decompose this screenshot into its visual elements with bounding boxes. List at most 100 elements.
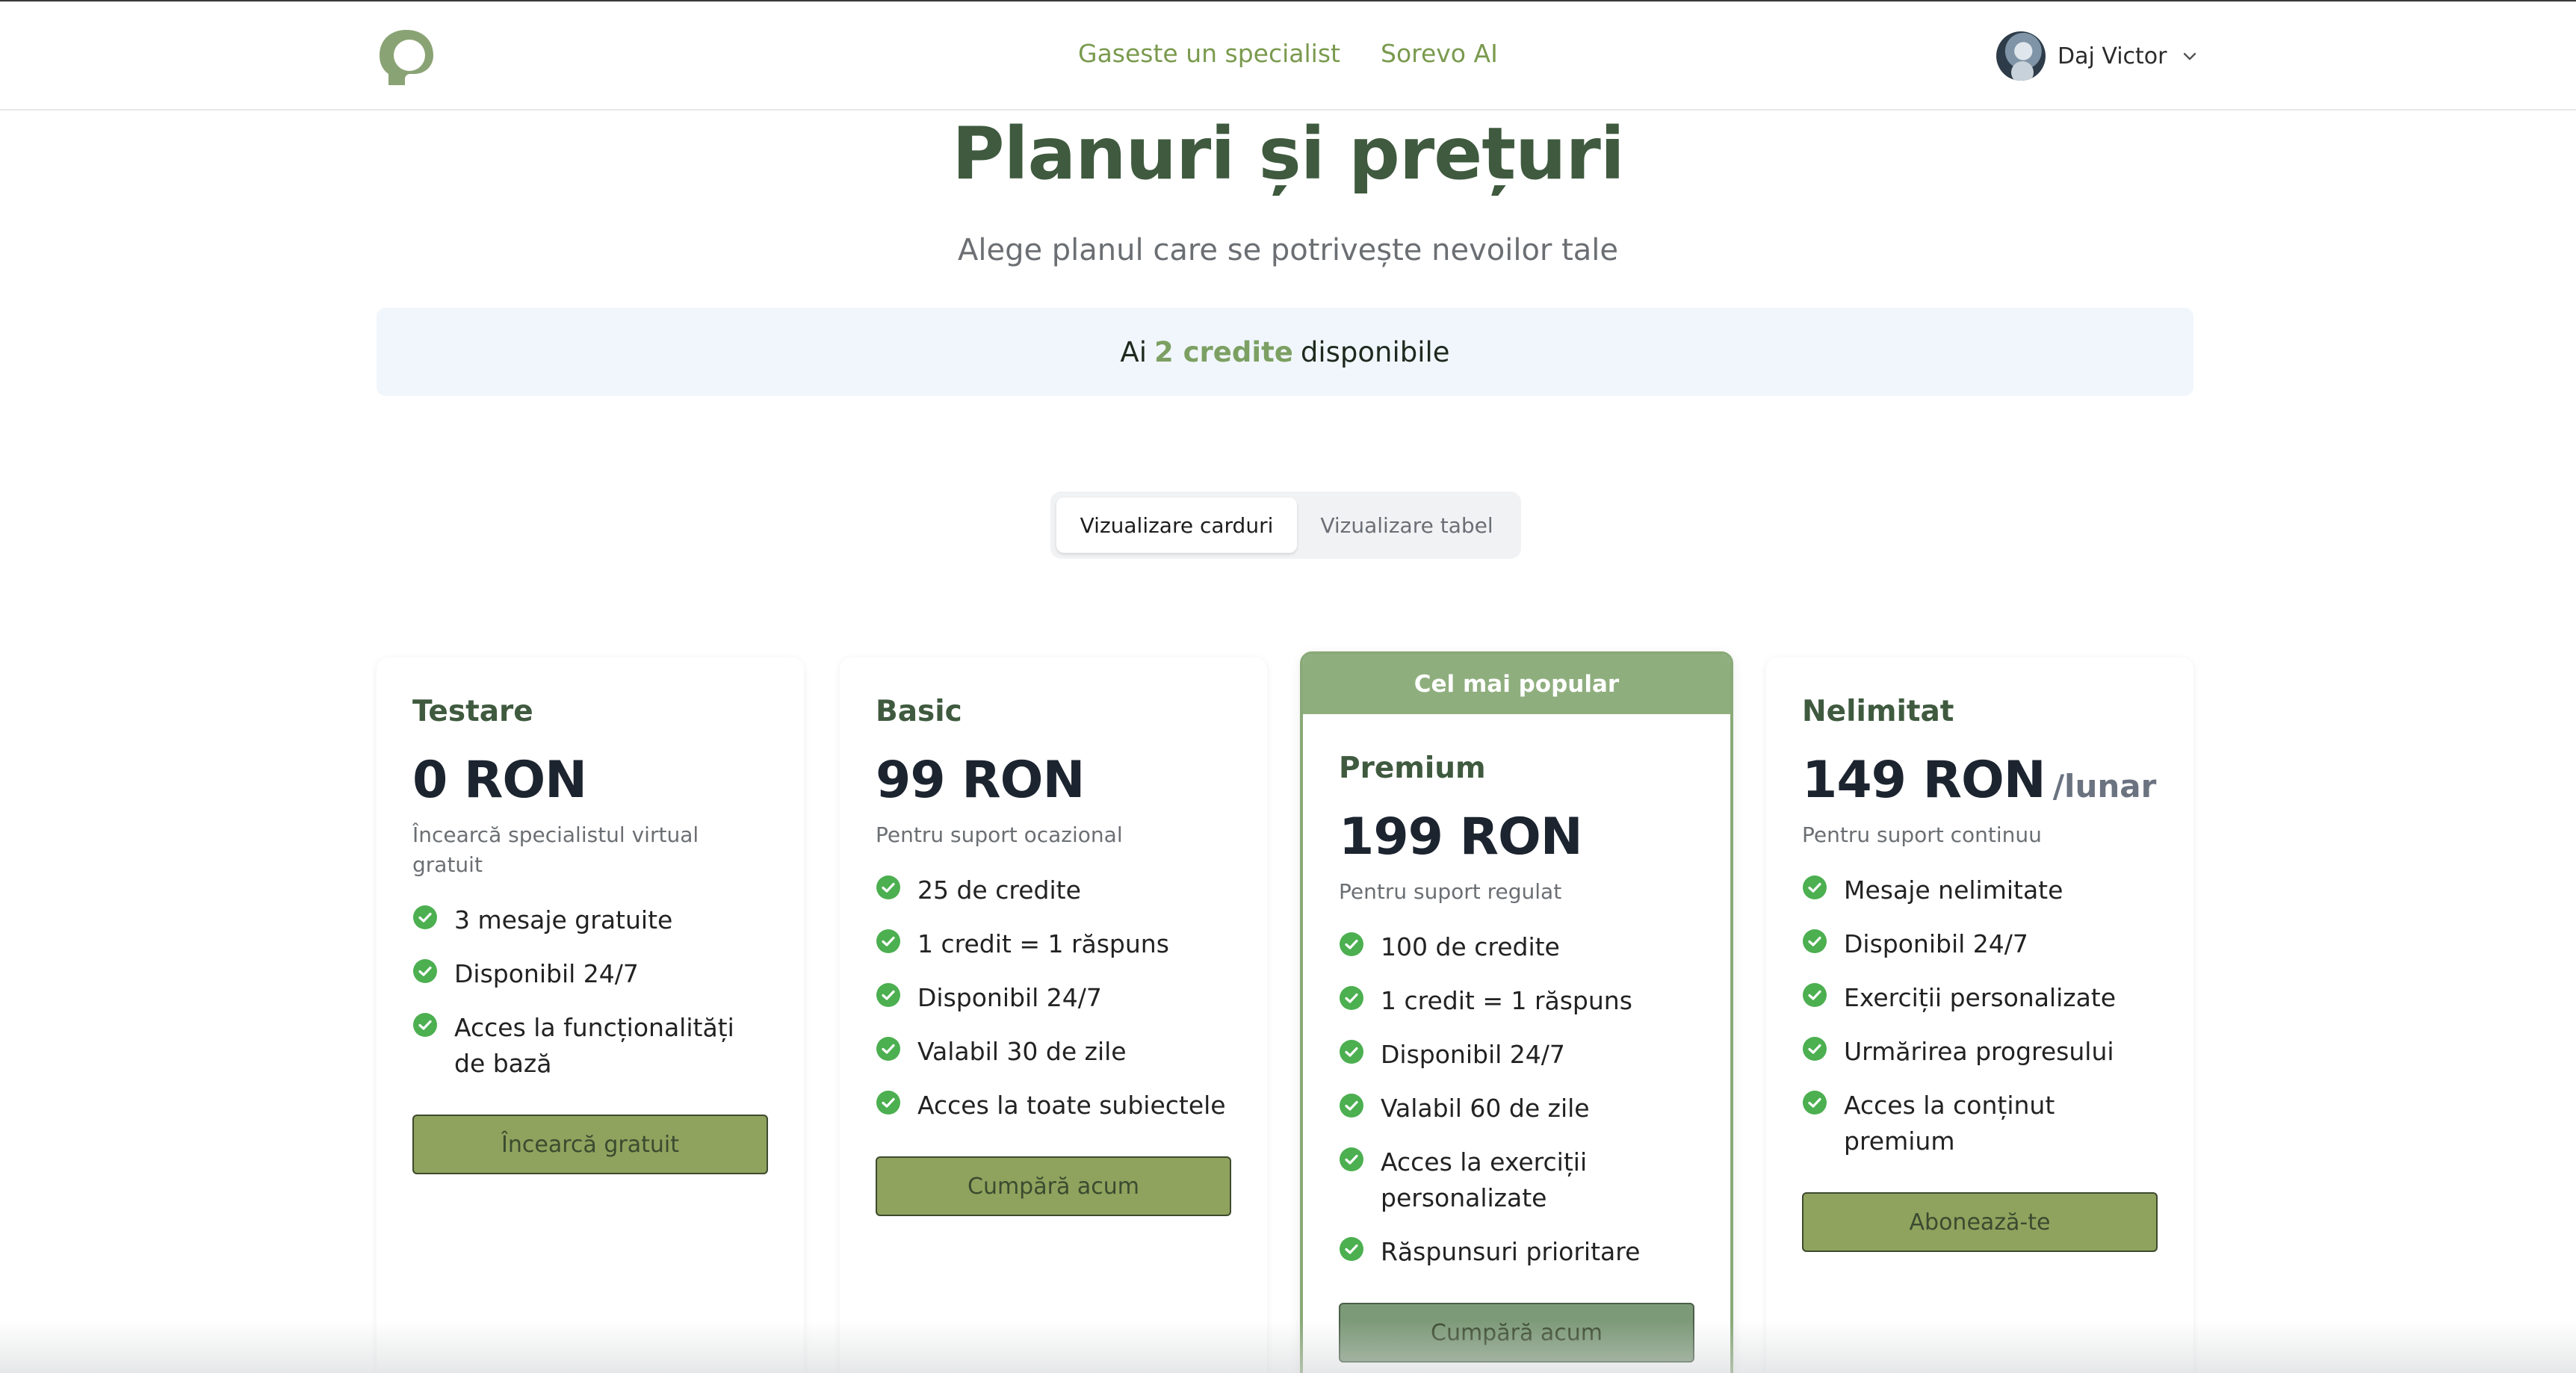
feature-text: Acces la exerciții personalizate — [1381, 1147, 1588, 1212]
check-circle-icon — [1340, 986, 1363, 1010]
feature-item: Acces la conținut premium — [1802, 1088, 2158, 1159]
page-title: Planuri și prețuri — [952, 112, 1625, 196]
check-circle-icon — [1340, 1094, 1363, 1118]
credits-suffix: disponibile — [1300, 335, 1450, 368]
top-header: Gaseste un specialist Sorevo AI Daj Vict… — [0, 0, 2576, 111]
plan-period: /lunar — [2052, 768, 2157, 805]
view-toggle: Vizualizare carduri Vizualizare tabel — [1050, 492, 1521, 559]
credits-prefix: Ai — [1120, 335, 1147, 368]
credits-banner: Ai 2 credite disponibile — [377, 308, 2193, 396]
plan-price: 149 RON — [1802, 751, 2046, 810]
plan-price: 99 RON — [876, 751, 1085, 810]
feature-list: 25 de credite 1 credit = 1 răspuns Dispo… — [876, 873, 1231, 1123]
buy-now-button-basic[interactable]: Cumpără acum — [876, 1156, 1231, 1216]
feature-text: Mesaje nelimitate — [1844, 875, 2063, 905]
nav-link-find-specialist[interactable]: Gaseste un specialist — [1078, 39, 1340, 68]
feature-list: Mesaje nelimitate Disponibil 24/7 Exerci… — [1802, 873, 2158, 1159]
user-name: Daj Victor — [2058, 43, 2167, 69]
feature-item: Disponibil 24/7 — [1802, 926, 2158, 962]
buy-now-button-premium[interactable]: Cumpără acum — [1339, 1303, 1694, 1363]
check-circle-icon — [1803, 1037, 1827, 1061]
feature-text: Acces la toate subiectele — [917, 1091, 1226, 1120]
feature-text: Valabil 60 de zile — [1381, 1094, 1590, 1123]
pricing-page: Gaseste un specialist Sorevo AI Daj Vict… — [0, 0, 2576, 1373]
feature-item: Mesaje nelimitate — [1802, 873, 2158, 908]
check-circle-icon — [1340, 1237, 1363, 1261]
check-circle-icon — [876, 1037, 900, 1061]
feature-item: Valabil 60 de zile — [1339, 1091, 1694, 1126]
plan-name: Basic — [876, 695, 962, 728]
check-circle-icon — [413, 1013, 437, 1037]
check-circle-icon — [1340, 1040, 1363, 1064]
plan-price: 0 RON — [412, 751, 587, 810]
subscribe-button[interactable]: Abonează-te — [1802, 1192, 2158, 1252]
feature-item: Răspunsuri prioritare — [1339, 1234, 1694, 1270]
user-menu[interactable]: Daj Victor — [1996, 31, 2199, 81]
feature-item: 1 credit = 1 răspuns — [876, 926, 1231, 962]
feature-item: Disponibil 24/7 — [412, 956, 768, 992]
feature-text: 3 mesaje gratuite — [454, 905, 673, 935]
view-table-button[interactable]: Vizualizare tabel — [1297, 498, 1517, 553]
plan-card-nelimitat: Nelimitat 149 RON /lunar Pentru suport c… — [1766, 657, 2193, 1373]
feature-text: Urmărirea progresului — [1844, 1037, 2114, 1066]
feature-item: Acces la funcționalități de bază — [412, 1010, 768, 1082]
feature-text: Acces la conținut premium — [1844, 1091, 2055, 1156]
check-circle-icon — [413, 905, 437, 929]
check-circle-icon — [413, 959, 437, 983]
feature-text: Disponibil 24/7 — [1844, 929, 2028, 958]
feature-text: Acces la funcționalități de bază — [454, 1013, 734, 1078]
feature-item: Urmărirea progresului — [1802, 1034, 2158, 1070]
feature-item: Disponibil 24/7 — [876, 980, 1231, 1016]
plan-description: Pentru suport ocazional — [876, 822, 1123, 847]
feature-item: 25 de credite — [876, 873, 1231, 908]
check-circle-icon — [876, 1091, 900, 1115]
view-cards-button[interactable]: Vizualizare carduri — [1056, 498, 1297, 553]
check-circle-icon — [1340, 1147, 1363, 1171]
check-circle-icon — [1803, 875, 1827, 899]
plan-description: Pentru suport regulat — [1339, 879, 1562, 904]
plan-card-testare: Testare 0 RON Încearcă specialistul virt… — [377, 657, 804, 1373]
feature-text: 100 de credite — [1381, 932, 1560, 961]
feature-text: 1 credit = 1 răspuns — [1381, 986, 1632, 1015]
feature-text: Disponibil 24/7 — [1381, 1040, 1565, 1069]
check-circle-icon — [1803, 983, 1827, 1007]
chevron-down-icon — [2183, 52, 2196, 61]
plan-name: Nelimitat — [1802, 695, 1954, 728]
feature-item: Disponibil 24/7 — [1339, 1037, 1694, 1073]
feature-text: 25 de credite — [917, 875, 1081, 905]
plan-price: 199 RON — [1339, 808, 1583, 867]
feature-text: Disponibil 24/7 — [917, 983, 1102, 1012]
feature-item: Acces la toate subiectele — [876, 1088, 1231, 1123]
popular-badge: Cel mai popular — [1303, 654, 1730, 714]
feature-item: Exerciții personalizate — [1802, 980, 2158, 1016]
plan-card-basic: Basic 99 RON Pentru suport ocazional 25 … — [840, 657, 1267, 1373]
check-circle-icon — [1803, 1091, 1827, 1115]
credits-count: 2 credite — [1154, 335, 1293, 368]
check-circle-icon — [1803, 929, 1827, 953]
check-circle-icon — [876, 875, 900, 899]
plan-name: Testare — [412, 695, 533, 728]
feature-list: 3 mesaje gratuite Disponibil 24/7 Acces … — [412, 902, 768, 1082]
plan-name: Premium — [1339, 751, 1486, 785]
feature-item: 1 credit = 1 răspuns — [1339, 983, 1694, 1019]
plan-description: Pentru suport continuu — [1802, 822, 2042, 847]
feature-text: Răspunsuri prioritare — [1381, 1237, 1641, 1266]
plan-description: Încearcă specialistul virtual gratuit — [412, 822, 699, 877]
nav-link-sorevo-ai[interactable]: Sorevo AI — [1381, 39, 1498, 68]
try-free-button[interactable]: Încearcă gratuit — [412, 1115, 768, 1174]
feature-text: Valabil 30 de zile — [917, 1037, 1127, 1066]
check-circle-icon — [876, 929, 900, 953]
plan-card-premium: Cel mai popular Premium 199 RON Pentru s… — [1300, 651, 1733, 1373]
feature-item: 100 de credite — [1339, 929, 1694, 965]
feature-text: Disponibil 24/7 — [454, 959, 639, 988]
avatar — [1996, 31, 2046, 81]
page-subtitle: Alege planul care se potrivește nevoilor… — [957, 233, 1619, 267]
feature-item: Valabil 30 de zile — [876, 1034, 1231, 1070]
feature-item: Acces la exerciții personalizate — [1339, 1144, 1694, 1216]
feature-item: 3 mesaje gratuite — [412, 902, 768, 938]
feature-text: 1 credit = 1 răspuns — [917, 929, 1169, 958]
check-circle-icon — [876, 983, 900, 1007]
feature-text: Exerciții personalizate — [1844, 983, 2117, 1012]
check-circle-icon — [1340, 932, 1363, 956]
feature-list: 100 de credite 1 credit = 1 răspuns Disp… — [1339, 929, 1694, 1270]
